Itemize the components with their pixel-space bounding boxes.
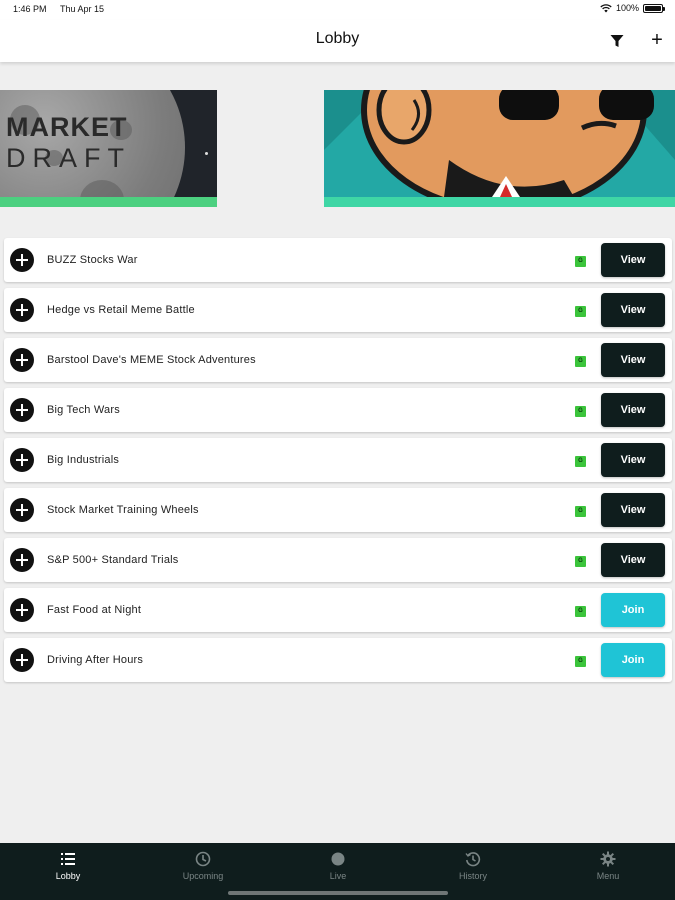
game-name: Big Industrials [47, 454, 120, 466]
view-button[interactable]: View [601, 243, 665, 277]
view-button[interactable]: View [601, 443, 665, 477]
nav-label-history: History [458, 871, 487, 881]
list-item: S&P 500+ Standard Trials G View [4, 538, 672, 582]
status-time: 1:46 PM [13, 4, 47, 14]
gear-icon [600, 851, 616, 867]
live-dot-icon [331, 852, 345, 866]
nav-label-menu: Menu [596, 871, 620, 881]
add-circle-icon[interactable] [10, 298, 34, 322]
filter-button[interactable] [607, 32, 627, 50]
battery-icon [643, 3, 665, 13]
status-bar: 1:46 PM Thu Apr 15 100% [0, 0, 675, 20]
view-button[interactable]: View [601, 543, 665, 577]
view-button[interactable]: View [601, 343, 665, 377]
game-badge: G [575, 406, 586, 417]
page-title: Lobby [315, 30, 360, 47]
view-button[interactable]: View [601, 493, 665, 527]
game-name: Big Tech Wars [47, 404, 120, 416]
game-badge: G [575, 256, 586, 267]
nav-item-upcoming[interactable]: Upcoming [163, 851, 243, 881]
nav-item-live[interactable]: Live [298, 851, 378, 881]
nav-item-lobby[interactable]: Lobby [28, 851, 108, 881]
list-item: Big Industrials G View [4, 438, 672, 482]
add-circle-icon[interactable] [10, 348, 34, 372]
game-name: BUZZ Stocks War [47, 254, 138, 266]
add-circle-icon[interactable] [10, 548, 34, 572]
add-circle-icon[interactable] [10, 648, 34, 672]
filter-icon [610, 35, 624, 47]
banner-title-line1: MARKET [6, 112, 128, 142]
game-badge: G [575, 506, 586, 517]
battery-fill [645, 5, 661, 11]
game-badge: G [575, 656, 586, 667]
home-indicator [228, 891, 448, 895]
plus-icon: + [651, 29, 663, 51]
list-item: Stock Market Training Wheels G View [4, 488, 672, 532]
app-header: Lobby + [0, 20, 675, 62]
list-item: Fast Food at Night G Join [4, 588, 672, 632]
join-button[interactable]: Join [601, 593, 665, 627]
list-item: Hedge vs Retail Meme Battle G View [4, 288, 672, 332]
clock-icon [195, 851, 211, 867]
add-button[interactable]: + [646, 29, 668, 51]
game-name: Barstool Dave's MEME Stock Adventures [47, 354, 256, 366]
game-badge: G [575, 456, 586, 467]
add-circle-icon[interactable] [10, 598, 34, 622]
list-item: BUZZ Stocks War G View [4, 238, 672, 282]
game-badge: G [575, 356, 586, 367]
view-button[interactable]: View [601, 293, 665, 327]
view-button[interactable]: View [601, 393, 665, 427]
add-circle-icon[interactable] [10, 398, 34, 422]
game-name: Fast Food at Night [47, 604, 142, 616]
nav-item-menu[interactable]: Menu [568, 851, 648, 881]
banner-market-draft[interactable]: MARKET DRAFT [0, 90, 217, 207]
nav-label-lobby: Lobby [55, 871, 81, 881]
join-button[interactable]: Join [601, 643, 665, 677]
banner-featured[interactable] [324, 90, 675, 207]
game-name: S&P 500+ Standard Trials [47, 554, 179, 566]
history-icon [465, 852, 481, 867]
game-badge: G [575, 606, 586, 617]
game-name: Driving After Hours [47, 654, 144, 666]
nav-label-upcoming: Upcoming [182, 871, 224, 881]
list-item: Driving After Hours G Join [4, 638, 672, 682]
list-item: Barstool Dave's MEME Stock Adventures G … [4, 338, 672, 382]
list-item: Big Tech Wars G View [4, 388, 672, 432]
add-circle-icon[interactable] [10, 498, 34, 522]
wifi-icon [600, 3, 612, 12]
status-right: 100% [600, 3, 665, 13]
battery-percent: 100% [615, 3, 639, 13]
nav-label-live: Live [329, 871, 347, 881]
game-name: Hedge vs Retail Meme Battle [47, 304, 195, 316]
nav-item-history[interactable]: History [433, 851, 513, 881]
game-badge: G [575, 306, 586, 317]
game-list: BUZZ Stocks War G View Hedge vs Retail M… [4, 238, 672, 688]
add-circle-icon[interactable] [10, 248, 34, 272]
banner-title-line2: DRAFT [6, 143, 131, 173]
cartoon-character-illustration [324, 90, 675, 197]
game-name: Stock Market Training Wheels [47, 504, 199, 516]
status-date: Thu Apr 15 [60, 4, 105, 14]
game-badge: G [575, 556, 586, 567]
add-circle-icon[interactable] [10, 448, 34, 472]
list-icon [61, 853, 75, 865]
